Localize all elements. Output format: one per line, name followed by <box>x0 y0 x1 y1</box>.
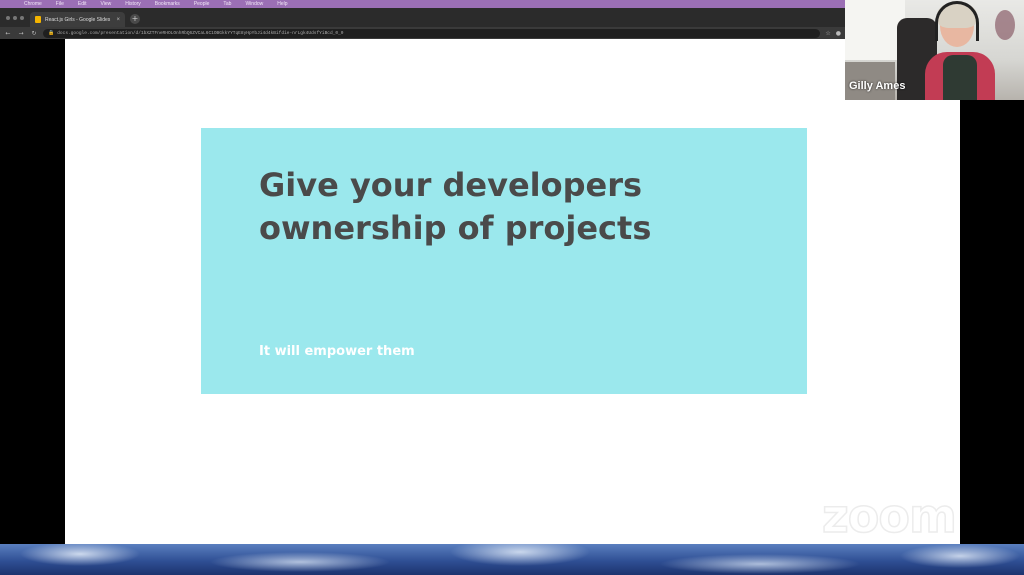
menu-item-tab[interactable]: Tab <box>223 1 231 7</box>
menu-item-edit[interactable]: Edit <box>78 1 87 7</box>
reload-icon[interactable]: ↻ <box>30 30 38 37</box>
menu-item-chrome[interactable]: Chrome <box>24 1 42 7</box>
menu-item-window[interactable]: Window <box>245 1 263 7</box>
tab-title: React.js Girls - Google Slides <box>45 16 111 23</box>
slide-subtitle: It will empower them <box>259 344 415 359</box>
close-window-button[interactable] <box>6 15 10 20</box>
slide-canvas: Give your developers ownership of projec… <box>65 39 960 544</box>
headset-icon <box>935 1 979 41</box>
menu-item-people[interactable]: People <box>194 1 210 7</box>
menu-item-bookmarks[interactable]: Bookmarks <box>155 1 180 7</box>
participant-name-label: Gilly Ames <box>849 80 906 92</box>
participant-video-tile[interactable]: Gilly Ames <box>845 0 1024 100</box>
new-tab-button[interactable]: + <box>130 14 140 24</box>
back-arrow-icon[interactable]: ← <box>4 30 12 37</box>
forward-arrow-icon[interactable]: → <box>17 30 25 37</box>
profile-icon[interactable]: ● <box>836 30 841 37</box>
menu-item-history[interactable]: History <box>125 1 141 7</box>
slide-callout-box: Give your developers ownership of projec… <box>201 128 807 394</box>
menu-item-file[interactable]: File <box>56 1 64 7</box>
video-background-plant <box>995 10 1015 40</box>
menu-item-view[interactable]: View <box>100 1 111 7</box>
browser-tab-strip: React.js Girls - Google Slides × + <box>0 8 845 27</box>
desktop-wallpaper <box>0 544 1024 575</box>
menu-item-help[interactable]: Help <box>277 1 287 7</box>
minimize-window-button[interactable] <box>13 15 17 20</box>
tab-close-icon[interactable]: × <box>116 17 120 23</box>
zoom-logo: zoom <box>821 489 957 543</box>
window-controls <box>4 8 30 27</box>
browser-tab-slides[interactable]: React.js Girls - Google Slides × <box>30 12 125 27</box>
bookmark-star-icon[interactable]: ☆ <box>825 30 830 37</box>
google-slides-icon <box>35 16 41 23</box>
video-person-top <box>943 55 977 100</box>
browser-toolbar: ← → ↻ 🔒 docs.google.com/presentation/d/1… <box>0 27 845 39</box>
video-background-window <box>845 0 905 60</box>
lock-icon: 🔒 <box>48 30 55 36</box>
address-bar[interactable]: 🔒 docs.google.com/presentation/d/1bXZTFn… <box>43 28 821 38</box>
maximize-window-button[interactable] <box>20 15 24 20</box>
url-text: docs.google.com/presentation/d/1bXZTFneR… <box>57 30 344 36</box>
slide-headline: Give your developers ownership of projec… <box>259 166 652 247</box>
